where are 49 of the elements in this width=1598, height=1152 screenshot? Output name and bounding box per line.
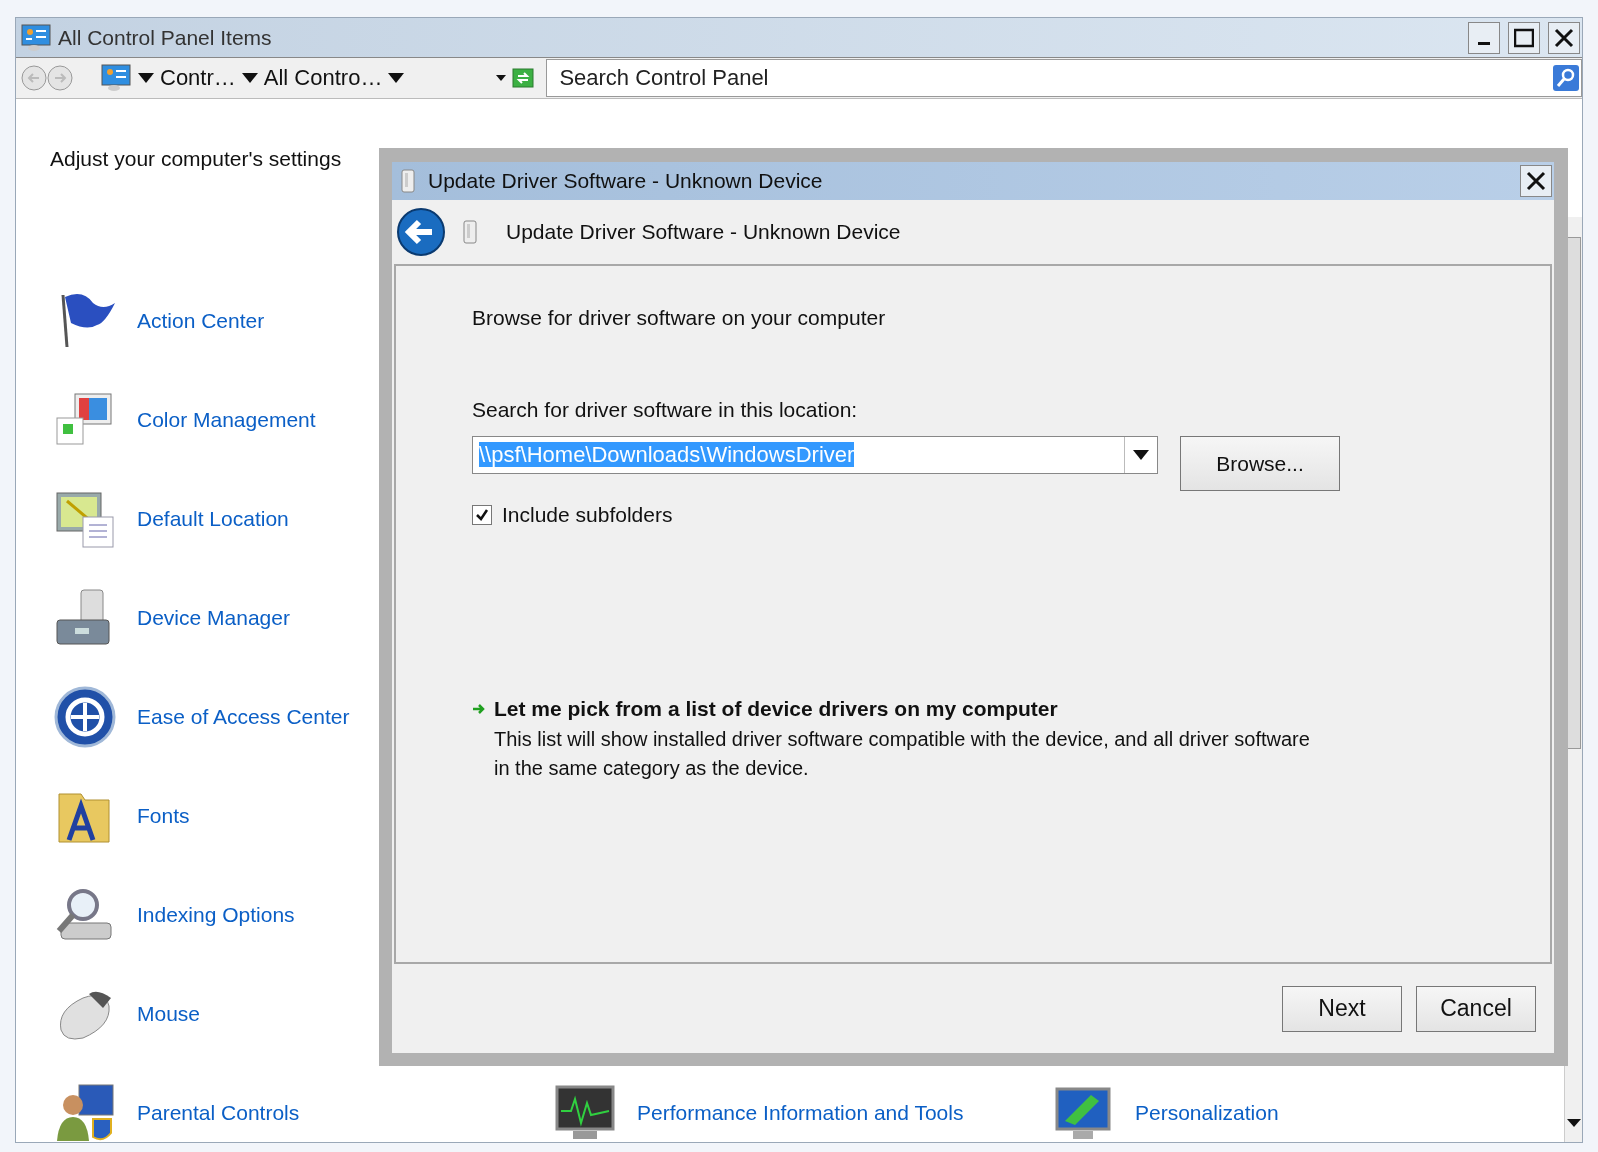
checkbox-label: Include subfolders: [502, 503, 673, 527]
caret-icon[interactable]: [496, 75, 507, 81]
settings-link[interactable]: Color Management: [137, 407, 316, 432]
settings-link[interactable]: Mouse: [137, 1001, 201, 1026]
maximize-icon[interactable]: [1514, 27, 1534, 48]
checkbox[interactable]: [472, 505, 492, 525]
close-button[interactable]: [1548, 21, 1580, 54]
window-title: All Control Panel Items: [58, 25, 273, 50]
settings-link[interactable]: Action Center: [137, 308, 265, 333]
breadcrumb[interactable]: All Contro…: [263, 65, 383, 91]
settings-link[interactable]: Performance Information and Tools: [637, 1100, 964, 1125]
step-heading: Browse for driver software on your computer: [472, 306, 887, 330]
caret-icon[interactable]: [138, 73, 154, 83]
location-label: Search for driver software in this location:: [472, 398, 859, 422]
back-icon[interactable]: [396, 207, 446, 257]
dial-icon[interactable]: [53, 684, 117, 749]
settings-link[interactable]: Fonts: [137, 803, 190, 828]
pick-driver-description: This list will show installed driver software compatible with the device, and all driver software in the same category as the device.: [494, 727, 1311, 781]
search-field[interactable]: Search Control Panel: [546, 59, 1582, 97]
caret-icon[interactable]: [388, 73, 405, 83]
close-button[interactable]: [1520, 165, 1552, 197]
wizard-title: Update Driver Software - Unknown Device: [506, 220, 901, 244]
device-icon: [462, 220, 478, 244]
dialog-button[interactable]: Cancel: [1416, 985, 1536, 1032]
settings-link[interactable]: Parental Controls: [137, 1100, 300, 1125]
settings-link[interactable]: Device Manager: [137, 605, 290, 630]
caret-icon[interactable]: [1133, 450, 1149, 460]
arrow-icon: [472, 702, 486, 716]
settings-link[interactable]: Personalization: [1135, 1100, 1279, 1125]
close-icon[interactable]: [1526, 171, 1546, 191]
dialog-button[interactable]: Next: [1282, 985, 1402, 1032]
device-icon: [400, 169, 416, 193]
control-panel-icon: [20, 22, 52, 53]
minimize-button[interactable]: [1468, 21, 1500, 54]
page-heading: Adjust your computer's settings: [50, 146, 343, 172]
pick-driver-link[interactable]: Let me pick from a list of device drivers on my computer: [494, 697, 1324, 721]
caret-icon[interactable]: [241, 73, 258, 83]
maximize-button[interactable]: [1508, 21, 1540, 54]
search-icon[interactable]: [1553, 65, 1579, 91]
browse-button[interactable]: Browse...: [1180, 436, 1340, 491]
breadcrumb[interactable]: Contr…: [160, 65, 236, 91]
refresh-icon[interactable]: [512, 68, 535, 88]
close-icon[interactable]: [1554, 27, 1574, 48]
control-panel-icon: [100, 63, 132, 93]
settings-link[interactable]: Default Location: [137, 506, 289, 531]
scroll-down-icon[interactable]: [1566, 1119, 1581, 1127]
dialog-title: Update Driver Software - Unknown Device: [428, 169, 824, 193]
settings-link[interactable]: Ease of Access Center: [137, 704, 350, 729]
settings-link[interactable]: Indexing Options: [137, 902, 295, 927]
